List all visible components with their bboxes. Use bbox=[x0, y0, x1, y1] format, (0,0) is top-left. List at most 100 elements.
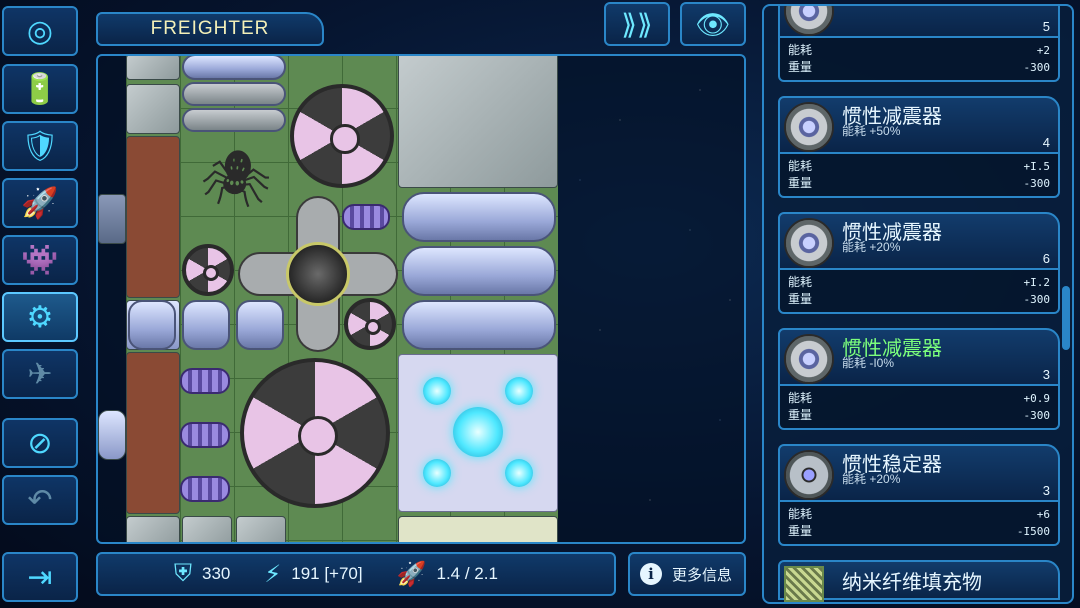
component-modifier: 能耗 -I0% bbox=[842, 356, 895, 370]
fuel-cell[interactable] bbox=[236, 300, 284, 350]
large-armor-plate[interactable] bbox=[398, 56, 558, 188]
battery-icon[interactable]: 🔋 bbox=[2, 64, 78, 114]
cargo-plate[interactable] bbox=[398, 516, 558, 542]
weight-label: 重量 bbox=[788, 524, 813, 538]
energy-label: 能耗 bbox=[788, 507, 813, 521]
shield-plus-icon: ⛨ bbox=[174, 560, 192, 587]
energy-value: +0.9 bbox=[1023, 392, 1051, 405]
cable-conduit[interactable] bbox=[182, 56, 286, 80]
component-modifier: 能耗 +20% bbox=[842, 472, 901, 486]
side-fin[interactable] bbox=[98, 194, 126, 244]
weight-label: 重量 bbox=[788, 292, 813, 306]
weight-label: 重量 bbox=[788, 176, 813, 190]
emitter-core bbox=[453, 407, 503, 457]
weight-value: -I500 bbox=[1016, 525, 1050, 538]
weight-label: 重量 bbox=[788, 60, 813, 74]
component-card[interactable]: 纳米纤维填充物 bbox=[778, 560, 1060, 602]
component-modifier: 能耗 +50% bbox=[842, 124, 901, 138]
more-info-button[interactable]: i 更多信息 bbox=[628, 552, 746, 596]
weight-value: -300 bbox=[1023, 293, 1051, 306]
exit-icon[interactable]: ⇥ bbox=[2, 552, 78, 602]
card-stats: 能耗 +2 重量 -300 bbox=[778, 38, 1060, 82]
component-card[interactable]: 5 能耗 +2 重量 -300 bbox=[778, 6, 1060, 82]
armor-plate[interactable] bbox=[236, 516, 286, 542]
target-icon[interactable]: ◎ bbox=[2, 6, 78, 56]
rocket-icon[interactable]: 🚀 bbox=[2, 178, 78, 228]
component-card-selected[interactable]: 惯性减震器 能耗 -I0% 3 能耗 +0.9 重量 -300 bbox=[778, 328, 1060, 430]
armor-plate[interactable] bbox=[126, 56, 180, 80]
cable-conduit[interactable] bbox=[182, 108, 286, 132]
emitter-light bbox=[423, 459, 451, 487]
component-count: 3 bbox=[1042, 483, 1050, 498]
ship-name-label: FREIGHTER bbox=[96, 12, 324, 46]
component-card[interactable]: 惯性减震器 能耗 +50% 4 能耗 +I.5 重量 -300 bbox=[778, 96, 1060, 198]
damper-icon bbox=[784, 218, 834, 268]
nanofiber-icon bbox=[784, 566, 824, 602]
list-scrollbar[interactable] bbox=[1062, 286, 1070, 350]
energy-value: +I.5 bbox=[1023, 160, 1051, 173]
card-header: 惯性减震器 能耗 +50% 4 bbox=[778, 96, 1060, 154]
prohibit-icon[interactable]: ⊘ bbox=[2, 418, 78, 468]
fuel-cell[interactable] bbox=[182, 300, 230, 350]
weight-label: 重量 bbox=[788, 408, 813, 422]
reactor-icon[interactable] bbox=[290, 84, 394, 188]
emitter-light bbox=[505, 377, 533, 405]
armor-plate[interactable] bbox=[182, 516, 232, 542]
component-count: 5 bbox=[1042, 19, 1050, 34]
large-reactor-icon[interactable] bbox=[240, 358, 390, 508]
card-header: 惯性减震器 能耗 -I0% 3 bbox=[778, 328, 1060, 386]
undo-icon[interactable]: ↶ bbox=[2, 475, 78, 525]
shield-icon[interactable]: 🛡 bbox=[2, 121, 78, 171]
power-stat: ⚡ 191 [+70] bbox=[264, 560, 362, 589]
component-card[interactable]: 惯性减震器 能耗 +20% 6 能耗 +I.2 重量 -300 bbox=[778, 212, 1060, 314]
fuel-tank[interactable] bbox=[402, 192, 556, 242]
power-value: 191 [+70] bbox=[291, 564, 363, 583]
stats-bar: ⛨ 330 ⚡ 191 [+70] 🚀 1.4 / 2.1 bbox=[96, 552, 616, 596]
energy-value: +I.2 bbox=[1023, 276, 1051, 289]
ship-icon[interactable]: ✈ bbox=[2, 349, 78, 399]
thrust-stat: 🚀 1.4 / 2.1 bbox=[397, 560, 498, 589]
mirror-toggle-button[interactable]: ⟫⟫ bbox=[604, 2, 670, 46]
fuel-tank[interactable] bbox=[402, 300, 556, 350]
capacitor-coil[interactable] bbox=[180, 368, 230, 394]
component-name: 纳米纤维填充物 bbox=[842, 572, 982, 594]
info-icon: i bbox=[640, 563, 662, 585]
card-header: 惯性减震器 能耗 +20% 6 bbox=[778, 212, 1060, 270]
energy-value: +2 bbox=[1036, 44, 1050, 57]
cable-conduit[interactable] bbox=[182, 82, 286, 106]
damper-icon bbox=[784, 102, 834, 152]
weight-value: -300 bbox=[1023, 409, 1051, 422]
fuel-cell[interactable] bbox=[128, 300, 176, 350]
emitter-light bbox=[505, 459, 533, 487]
fuel-tank[interactable] bbox=[402, 246, 556, 296]
emitter-light bbox=[423, 377, 451, 405]
card-stats: 能耗 +6 重量 -I500 bbox=[778, 502, 1060, 546]
small-reactor-icon[interactable] bbox=[182, 244, 234, 296]
weight-value: -300 bbox=[1023, 61, 1051, 74]
thrust-value: 1.4 / 2.1 bbox=[436, 564, 498, 583]
component-count: 3 bbox=[1042, 367, 1050, 382]
rocket-icon: 🚀 bbox=[396, 560, 427, 588]
component-count: 6 bbox=[1042, 251, 1050, 266]
battery-icon: ⚡ bbox=[264, 560, 282, 588]
armor-plate[interactable] bbox=[126, 516, 180, 542]
ship-build-grid[interactable]: 🕷 bbox=[96, 54, 746, 544]
thruster-pod[interactable] bbox=[126, 352, 180, 514]
shield-generator[interactable] bbox=[398, 354, 558, 512]
component-card[interactable]: 惯性稳定器 能耗 +20% 3 能耗 +6 重量 -I500 bbox=[778, 444, 1060, 546]
component-count: 4 bbox=[1042, 135, 1050, 150]
gear-icon[interactable]: ⚙ bbox=[2, 292, 78, 342]
component-list[interactable]: 5 能耗 +2 重量 -300 惯性减震器 能耗 +50% 4 能耗 +I.5 重量 -… bbox=[762, 4, 1074, 604]
wings-icon: ⟫⟫ bbox=[621, 8, 653, 40]
energy-label: 能耗 bbox=[788, 275, 813, 289]
view-toggle-button[interactable]: 👁 bbox=[680, 2, 746, 46]
side-tank[interactable] bbox=[98, 410, 126, 460]
armor-plate[interactable] bbox=[126, 84, 180, 134]
thruster-pod[interactable] bbox=[126, 136, 180, 298]
weight-value: -300 bbox=[1023, 177, 1051, 190]
capacitor-coil[interactable] bbox=[342, 204, 390, 230]
energy-label: 能耗 bbox=[788, 391, 813, 405]
capacitor-coil[interactable] bbox=[180, 476, 230, 502]
capacitor-coil[interactable] bbox=[180, 422, 230, 448]
alien-icon[interactable]: 👾 bbox=[2, 235, 78, 285]
